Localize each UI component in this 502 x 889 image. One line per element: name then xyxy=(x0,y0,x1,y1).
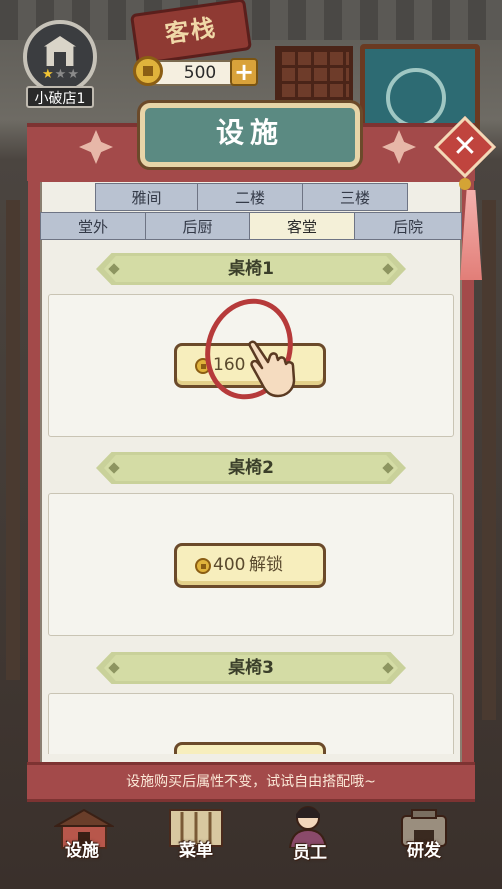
star-empty-icon: ★ xyxy=(54,67,68,82)
nav-label: 设施 xyxy=(65,841,99,861)
nav-label: 员工 xyxy=(293,843,327,863)
pillar-right xyxy=(482,200,496,720)
tab-tangwai[interactable]: 堂外 xyxy=(40,212,146,240)
nav-label: 菜单 xyxy=(179,841,213,861)
star-empty-icon: ★ xyxy=(67,67,80,82)
tab-houyuan[interactable]: 后院 xyxy=(354,212,462,240)
tassel-knot xyxy=(459,178,471,190)
panel-title: 设施 xyxy=(215,116,284,149)
tab-sanlou[interactable]: 三楼 xyxy=(302,183,408,211)
shop-door xyxy=(54,52,66,66)
unlock-button[interactable] xyxy=(174,742,326,754)
close-icon[interactable]: ✕ xyxy=(443,125,487,169)
tab-erlou[interactable]: 二楼 xyxy=(197,183,303,211)
coin-square-hole xyxy=(143,66,153,76)
nav-label: 研发 xyxy=(407,841,441,861)
unlock-price: 400 xyxy=(213,555,246,575)
shop-star-rating: ★★★ xyxy=(36,68,86,82)
section-title: 桌椅2 xyxy=(228,458,274,478)
pointing-hand-icon xyxy=(248,340,296,398)
unlock-label: 解锁 xyxy=(249,555,283,575)
section-title: 桌椅1 xyxy=(228,259,274,279)
coin-value: 500 xyxy=(183,63,217,83)
unlock-button[interactable]: 400 解锁 xyxy=(174,543,326,588)
pillar-left xyxy=(6,200,20,680)
curtain-emblem xyxy=(386,68,446,128)
coin-square-hole xyxy=(201,564,206,569)
add-coins-button[interactable]: + xyxy=(230,58,258,86)
tab-houchu[interactable]: 后厨 xyxy=(145,212,250,240)
shop-name: 小破店1 xyxy=(26,86,94,108)
star-filled-icon: ★ xyxy=(42,67,55,82)
section-title: 桌椅3 xyxy=(228,658,274,678)
tab-yajian[interactable]: 雅间 xyxy=(95,183,198,211)
tip-text: 设施购买后属性不变，试试自由搭配哦~ xyxy=(126,774,376,790)
tab-ketang[interactable]: 客堂 xyxy=(249,212,355,240)
